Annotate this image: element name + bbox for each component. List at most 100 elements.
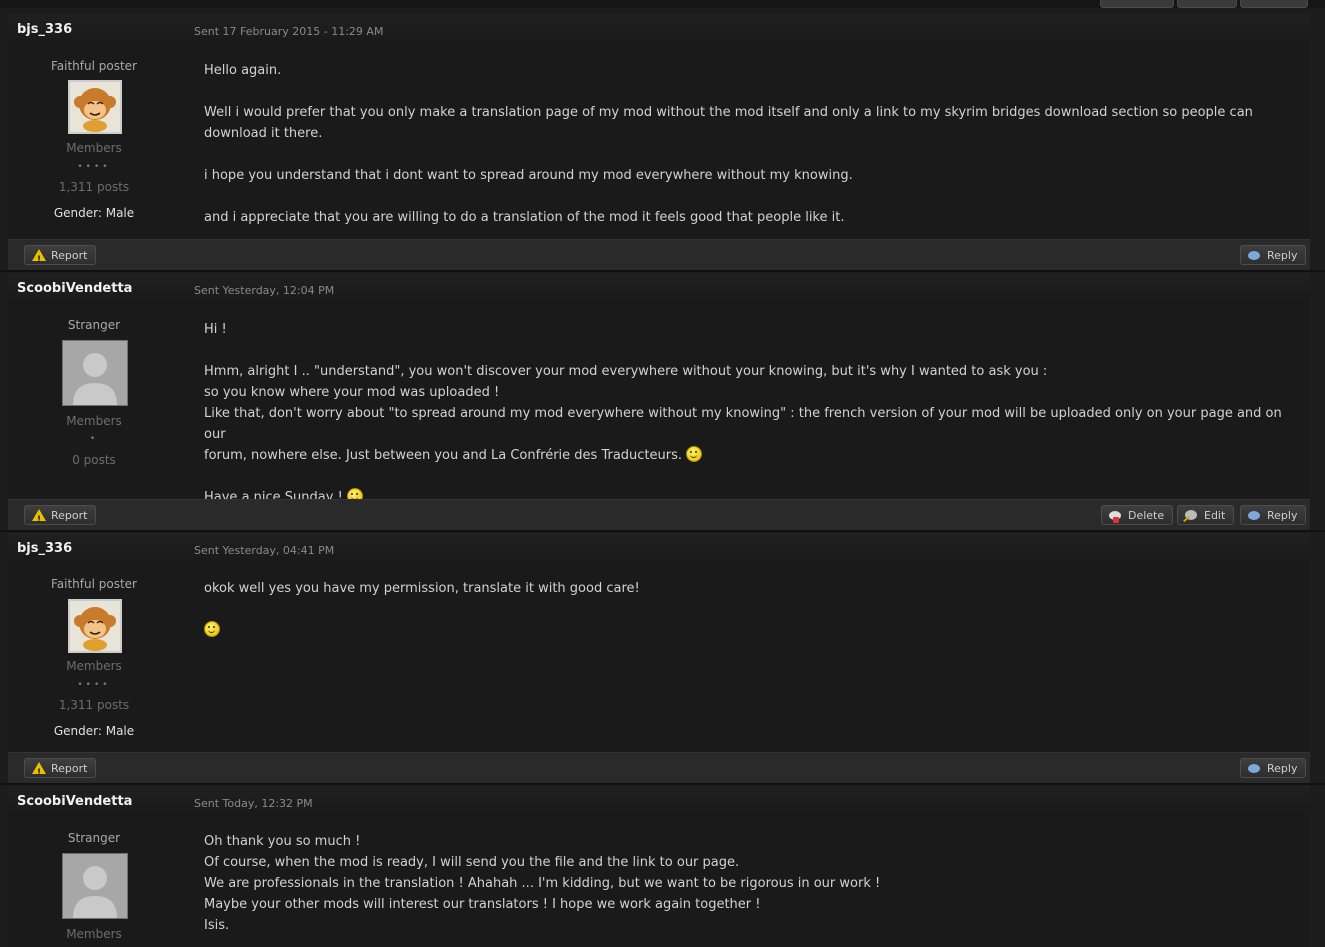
post-line: forum, nowhere else. Just between you an… bbox=[204, 448, 683, 463]
avatar[interactable] bbox=[62, 853, 128, 919]
report-label: Report bbox=[51, 762, 88, 775]
gender-label: Gender: bbox=[53, 724, 102, 738]
post-header: bjs_336 Sent 17 February 2015 - 11:29 AM bbox=[8, 14, 1310, 42]
member-rank: Stranger bbox=[67, 831, 121, 845]
message-post: bjs_336 Sent Yesterday, 04:41 PM Faithfu… bbox=[8, 533, 1310, 752]
post-header: ScoobiVendetta Sent Yesterday, 12:04 PM bbox=[8, 273, 1310, 301]
delete-bubble-icon bbox=[1109, 511, 1121, 523]
post-header: bjs_336 Sent Yesterday, 04:41 PM bbox=[8, 533, 1310, 561]
rank-pips: •••• bbox=[77, 680, 111, 690]
post-paragraph: i hope you understand that i dont want t… bbox=[204, 168, 853, 183]
delete-button[interactable]: Delete bbox=[1101, 505, 1174, 525]
reply-label: Reply bbox=[1267, 762, 1298, 775]
report-button[interactable]: Report bbox=[24, 505, 97, 530]
post-action-bar: Report Delete Edit Reply bbox=[8, 499, 1310, 530]
reply-button[interactable]: Reply bbox=[1240, 758, 1307, 778]
post-body: Hello again. Well i would prefer that yo… bbox=[204, 60, 1299, 228]
speech-bubble-icon bbox=[1248, 251, 1260, 260]
post-paragraph: Hello again. bbox=[204, 63, 282, 78]
author-name[interactable]: bjs_336 bbox=[17, 22, 72, 37]
post-timestamp: Sent Yesterday, 04:41 PM bbox=[194, 544, 335, 557]
post-line: Of course, when the mod is ready, I will… bbox=[204, 855, 740, 870]
post-line: Oh thank you so much ! bbox=[204, 834, 361, 849]
speech-bubble-icon bbox=[1248, 764, 1260, 773]
post-line-wrapper: forum, nowhere else. Just between you an… bbox=[204, 445, 1299, 466]
reply-label: Reply bbox=[1267, 509, 1298, 522]
post-paragraph: okok well yes you have my permission, tr… bbox=[204, 581, 640, 596]
gender-value: Male bbox=[105, 206, 135, 220]
member-rank: Faithful poster bbox=[50, 577, 137, 591]
post-action-bar: Report Reply bbox=[8, 752, 1310, 783]
avatar[interactable] bbox=[68, 80, 122, 134]
author-name[interactable]: ScoobiVendetta bbox=[17, 281, 132, 296]
report-label: Report bbox=[51, 509, 88, 522]
post-line: Like that, don't worry about "to spread … bbox=[204, 406, 1282, 442]
gender-field: Gender: Male bbox=[8, 206, 180, 220]
warning-icon bbox=[32, 249, 46, 270]
monkey-avatar-icon bbox=[74, 607, 116, 651]
previous-delete-button[interactable] bbox=[1100, 0, 1174, 8]
post-paragraph: and i appreciate that you are willing to… bbox=[204, 210, 845, 225]
member-rank: Faithful poster bbox=[50, 59, 137, 73]
member-group: Members bbox=[66, 414, 122, 428]
warning-icon bbox=[32, 762, 46, 783]
previous-reply-button[interactable] bbox=[1240, 0, 1308, 8]
previous-action-bar bbox=[0, 0, 1325, 8]
report-button[interactable]: Report bbox=[24, 758, 97, 783]
post-line: Maybe your other mods will interest our … bbox=[204, 897, 761, 912]
member-group: Members bbox=[66, 141, 122, 155]
post-timestamp: Sent Yesterday, 12:04 PM bbox=[194, 284, 335, 297]
member-rank: Stranger bbox=[67, 318, 121, 332]
default-user-icon bbox=[63, 341, 127, 405]
member-group: Members bbox=[66, 927, 122, 941]
rank-pips: •••• bbox=[77, 162, 111, 172]
post-line: Hmm, alright I .. "understand", you won'… bbox=[204, 364, 1048, 379]
post-count: 1,311 posts bbox=[58, 180, 130, 194]
previous-edit-button[interactable] bbox=[1177, 0, 1237, 8]
post-timestamp: Sent Today, 12:32 PM bbox=[194, 797, 313, 810]
speech-bubble-icon bbox=[1248, 511, 1260, 520]
rank-pips: • bbox=[89, 434, 99, 444]
author-name[interactable]: ScoobiVendetta bbox=[17, 794, 132, 809]
default-user-icon bbox=[63, 854, 127, 918]
gender-value: Male bbox=[105, 724, 135, 738]
message-post: bjs_336 Sent 17 February 2015 - 11:29 AM… bbox=[8, 14, 1310, 238]
avatar[interactable] bbox=[68, 599, 122, 653]
post-count: 1,311 posts bbox=[58, 698, 130, 712]
post-count: 0 posts bbox=[72, 453, 116, 467]
warning-icon bbox=[32, 509, 46, 530]
reply-button[interactable]: Reply bbox=[1240, 245, 1307, 265]
avatar[interactable] bbox=[62, 340, 128, 406]
post-line: Isis. bbox=[204, 918, 230, 933]
post-body: Oh thank you so much ! Of course, when t… bbox=[204, 831, 1299, 936]
gender-label: Gender: bbox=[53, 206, 102, 220]
delete-label: Delete bbox=[1128, 509, 1165, 522]
monkey-avatar-icon bbox=[74, 88, 116, 132]
post-divider bbox=[0, 270, 1325, 272]
post-divider bbox=[0, 783, 1325, 785]
message-post: ScoobiVendetta Sent Today, 12:32 PM Stra… bbox=[8, 786, 1310, 947]
message-post: ScoobiVendetta Sent Yesterday, 12:04 PM … bbox=[8, 273, 1310, 505]
post-line: We are professionals in the translation … bbox=[204, 876, 881, 891]
author-name[interactable]: bjs_336 bbox=[17, 541, 72, 556]
report-button[interactable]: Report bbox=[24, 245, 97, 270]
post-line: so you know where your mod was uploaded … bbox=[204, 385, 500, 400]
smile-emoticon-icon bbox=[204, 621, 220, 637]
post-divider bbox=[0, 530, 1325, 532]
reply-button[interactable]: Reply bbox=[1240, 505, 1307, 525]
post-line: Hi ! bbox=[204, 322, 227, 337]
edit-pencil-icon bbox=[1185, 510, 1197, 520]
post-paragraph: Well i would prefer that you only make a… bbox=[204, 105, 1253, 141]
gender-field: Gender: Male bbox=[8, 724, 180, 738]
post-line-wrapper bbox=[204, 620, 1299, 641]
post-body: Hi ! Hmm, alright I .. "understand", you… bbox=[204, 319, 1299, 508]
member-group: Members bbox=[66, 659, 122, 673]
edit-label: Edit bbox=[1204, 509, 1226, 522]
post-body: okok well yes you have my permission, tr… bbox=[204, 578, 1299, 641]
post-header: ScoobiVendetta Sent Today, 12:32 PM bbox=[8, 786, 1310, 814]
wink-emoticon-icon bbox=[686, 446, 703, 462]
reply-label: Reply bbox=[1267, 249, 1298, 262]
edit-button[interactable]: Edit bbox=[1177, 505, 1235, 525]
report-label: Report bbox=[51, 249, 88, 262]
message-conversation: bjs_336 Sent 17 February 2015 - 11:29 AM… bbox=[0, 0, 1325, 947]
